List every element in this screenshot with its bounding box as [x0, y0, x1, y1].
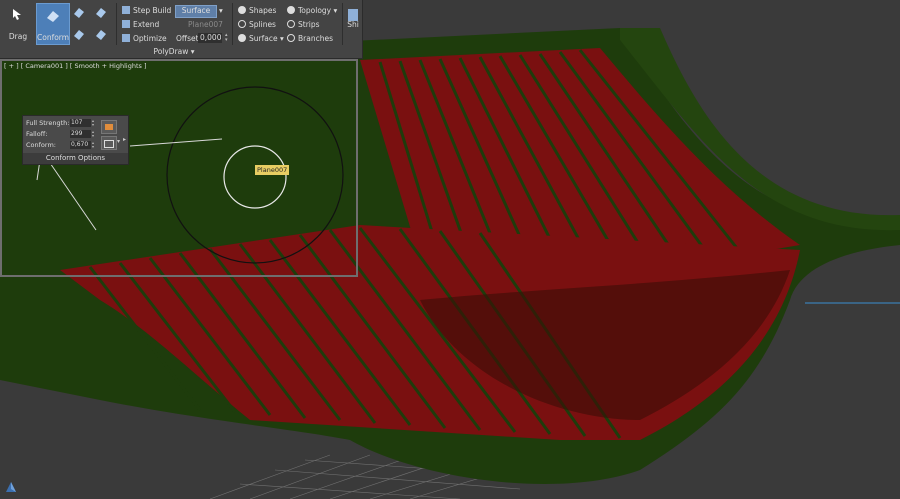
offset-spinner[interactable]: ▴ ▾ — [225, 33, 228, 43]
flyout-arrow-icon[interactable]: ▸ — [123, 136, 126, 143]
surface-object-name: Plane007 — [188, 20, 223, 29]
splines-button[interactable]: Splines — [238, 20, 276, 30]
conform-label: Conform — [37, 33, 70, 42]
drag-label: Drag — [8, 32, 28, 41]
optimize-button[interactable]: Optimize — [122, 34, 167, 44]
conform-button[interactable]: Conform — [36, 3, 70, 45]
viewport-frame — [0, 59, 358, 277]
drag-icon — [13, 9, 21, 20]
extend-label: Extend — [133, 20, 160, 29]
drag-button[interactable]: Drag — [3, 3, 33, 43]
surface-button-label: Surface — [181, 6, 211, 15]
expand-arrow-icon[interactable]: ▾ — [117, 138, 120, 145]
conform-spinner[interactable]: ▴ ▾ — [92, 141, 96, 149]
branches-label: Branches — [298, 34, 333, 43]
topology-icon — [287, 6, 295, 14]
falloff-input[interactable]: 299 — [70, 130, 91, 138]
conform-input[interactable]: 0,670 — [70, 141, 91, 149]
topology-button[interactable]: Topology ▾ — [287, 6, 337, 16]
shift-button[interactable]: Shi — [345, 3, 361, 43]
shapes-icon — [238, 6, 246, 14]
splines-label: Splines — [249, 20, 276, 29]
falloff-spinner[interactable]: ▴ ▾ — [92, 130, 96, 138]
branches-button[interactable]: Branches — [287, 34, 333, 44]
relax-icon[interactable] — [72, 27, 86, 41]
viewport-label[interactable]: [ + ] [ Camera001 ] [ Smooth + Highlight… — [4, 62, 147, 70]
extend-button[interactable]: Extend — [122, 20, 159, 30]
topology-label: Topology — [298, 6, 332, 15]
paint-icon[interactable] — [94, 5, 108, 19]
optimize-icon — [122, 34, 130, 42]
full-strength-spinner[interactable]: ▴ ▾ — [92, 119, 96, 127]
separator — [342, 3, 343, 45]
pin-stack-icon[interactable] — [72, 5, 86, 19]
step-build-label: Step Build — [133, 6, 172, 15]
vertex-options-button[interactable] — [101, 136, 117, 150]
conform-label: Conform: — [26, 141, 56, 149]
full-strength-input[interactable]: 107 — [70, 119, 91, 127]
optimize-label: Optimize — [133, 34, 167, 43]
surface-brush-button[interactable]: Surface ▾ — [238, 34, 284, 44]
step-build-icon — [122, 6, 130, 14]
surface-icon — [238, 34, 246, 42]
conform-options-panel: Full Strength: 107 ▴ ▾ Falloff: 299 ▴ ▾ Co… — [22, 115, 129, 165]
strips-label: Strips — [298, 20, 320, 29]
splines-icon — [238, 20, 246, 28]
step-build-button[interactable]: Step Build — [122, 6, 171, 16]
branches-icon — [287, 34, 295, 42]
shift-label: Shi — [347, 20, 359, 29]
object-tooltip: Plane007 — [255, 165, 290, 175]
view-gizmo-icon[interactable] — [4, 480, 18, 494]
shapes-label: Shapes — [249, 6, 277, 15]
shapes-button[interactable]: Shapes — [238, 6, 276, 16]
move-icon[interactable] — [94, 27, 108, 41]
strips-button[interactable]: Strips — [287, 20, 320, 30]
polydraw-ribbon: Drag Conform Step Build Extend Optimize … — [0, 0, 363, 59]
panel-title[interactable]: PolyDraw ▾ — [118, 46, 230, 57]
surface-button[interactable]: Surface — [175, 5, 217, 18]
extend-icon — [122, 20, 130, 28]
pin-icon — [105, 124, 113, 130]
panel-title-label: PolyDraw — [153, 47, 189, 56]
falloff-label: Falloff: — [26, 130, 48, 138]
pin-options-button[interactable] — [101, 120, 117, 134]
separator — [116, 3, 117, 45]
conform-icon — [47, 11, 59, 22]
separator — [232, 3, 233, 45]
strips-icon — [287, 20, 295, 28]
vertex-icon — [104, 140, 114, 148]
surface-dropdown-label: Surface — [249, 34, 278, 43]
full-strength-label: Full Strength: — [26, 119, 70, 127]
offset-input[interactable]: 0,000 — [198, 33, 222, 43]
conform-options-title[interactable]: Conform Options — [23, 153, 128, 164]
surface-dropdown-arrow-icon[interactable]: ▾ — [219, 6, 223, 16]
